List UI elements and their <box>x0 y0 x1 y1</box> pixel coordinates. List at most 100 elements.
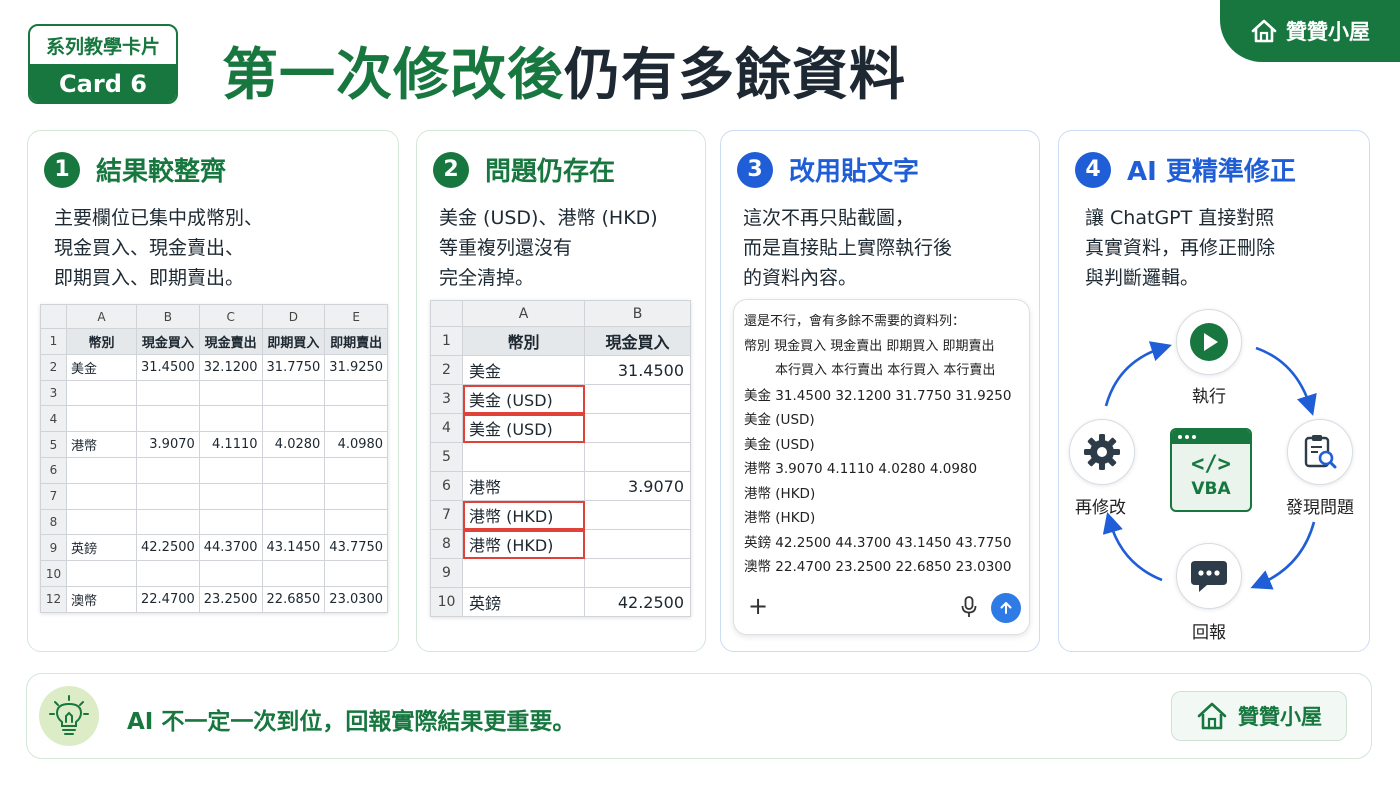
column-title-cell[interactable]: 現金賣出 <box>198 328 263 355</box>
value-cell[interactable] <box>584 529 691 559</box>
value-cell[interactable]: 3.9070 <box>136 431 200 458</box>
value-cell[interactable]: 32.1200 <box>198 353 263 381</box>
value-cell[interactable]: 31.7750 <box>261 353 326 381</box>
currency-cell[interactable] <box>66 456 137 484</box>
value-cell[interactable] <box>136 456 200 484</box>
currency-cell[interactable] <box>462 442 585 472</box>
value-cell[interactable] <box>324 482 389 510</box>
value-cell[interactable]: 23.0300 <box>324 585 389 613</box>
currency-cell[interactable] <box>66 482 137 510</box>
run-node <box>1176 309 1242 375</box>
currency-cell[interactable] <box>66 379 137 407</box>
send-button[interactable] <box>991 593 1021 623</box>
value-cell[interactable] <box>324 379 389 407</box>
column-title-cell[interactable]: 幣別 <box>66 328 137 355</box>
value-cell[interactable]: 22.6850 <box>261 585 326 613</box>
value-cell[interactable] <box>324 508 389 536</box>
page-title-green: 第一次修改後 <box>222 43 564 108</box>
currency-cell[interactable] <box>462 558 585 588</box>
column-title-cell[interactable]: 現金買入 <box>136 328 200 355</box>
value-cell[interactable]: 4.0980 <box>324 431 389 458</box>
value-cell[interactable]: 31.4500 <box>136 353 200 381</box>
chat-input-box[interactable]: 還是不行，會有多餘不需要的資料列： 幣別 現金買入 現金賣出 即期買入 即期賣出… <box>733 299 1030 635</box>
value-cell[interactable]: 4.1110 <box>198 431 263 458</box>
value-cell[interactable]: 31.9250 <box>324 353 389 381</box>
value-cell[interactable]: 42.2500 <box>136 534 200 562</box>
value-cell[interactable] <box>584 384 691 414</box>
row-number: 5 <box>40 431 67 458</box>
series-label: 系列教學卡片 <box>45 35 160 58</box>
column-title-cell[interactable]: 現金買入 <box>584 326 691 356</box>
value-cell[interactable] <box>198 508 263 536</box>
row-number: 10 <box>430 587 463 617</box>
page-title: 第一次修改後仍有多餘資料 <box>222 30 906 111</box>
currency-cell[interactable]: 澳幣 <box>66 585 137 613</box>
card-3-number: 3 <box>737 151 773 188</box>
value-cell[interactable] <box>261 508 326 536</box>
value-cell[interactable] <box>584 558 691 588</box>
column-title-cell[interactable]: 即期賣出 <box>324 328 389 355</box>
value-cell[interactable] <box>198 482 263 510</box>
currency-cell[interactable]: 美金 <box>66 353 137 381</box>
value-cell[interactable]: 43.1450 <box>261 534 326 562</box>
brand-corner: 贊贊小屋 <box>1220 0 1400 62</box>
currency-cell[interactable]: 港幣 <box>66 431 137 458</box>
value-cell[interactable] <box>198 379 263 407</box>
chat-line: 澳幣 22.4700 23.2500 22.6850 23.0300 <box>744 559 1012 575</box>
value-cell[interactable] <box>261 456 326 484</box>
value-cell[interactable] <box>198 405 263 433</box>
currency-cell[interactable] <box>66 560 137 587</box>
value-cell[interactable]: 31.4500 <box>584 355 691 385</box>
desc-line: 的資料內容。 <box>743 267 858 289</box>
desc-line: 現金買入、現金賣出、 <box>54 237 245 259</box>
currency-cell[interactable]: 美金 <box>462 355 585 385</box>
value-cell[interactable] <box>261 379 326 407</box>
currency-cell[interactable] <box>66 405 137 433</box>
footer-brand-button[interactable]: 贊贊小屋 <box>1171 691 1347 741</box>
microphone-icon[interactable] <box>960 596 978 618</box>
sheet-row: 12 澳幣 22.4700 23.2500 22.6850 23.0300 <box>40 585 389 613</box>
value-cell[interactable] <box>261 405 326 433</box>
chat-line: 美金 31.4500 32.1200 31.7750 31.9250 <box>744 387 1012 404</box>
value-cell[interactable] <box>136 482 200 510</box>
value-cell[interactable] <box>324 405 389 433</box>
duplicate-row-cell[interactable]: 美金 (USD) <box>462 413 585 443</box>
value-cell[interactable] <box>198 456 263 484</box>
card-2-description: 美金 (USD)、港幣 (HKD) 等重複列還沒有 完全清掉。 <box>439 203 658 293</box>
value-cell[interactable] <box>136 405 200 433</box>
column-title-cell[interactable]: 幣別 <box>462 326 585 356</box>
brand-name: 贊贊小屋 <box>1286 20 1370 44</box>
value-cell[interactable]: 44.3700 <box>198 534 263 562</box>
value-cell[interactable] <box>136 560 200 587</box>
duplicate-row-cell[interactable]: 港幣 (HKD) <box>462 529 585 559</box>
value-cell[interactable] <box>584 413 691 443</box>
value-cell[interactable] <box>261 482 326 510</box>
value-cell[interactable]: 3.9070 <box>584 471 691 501</box>
add-attachment-button[interactable]: + <box>748 592 768 620</box>
col-header: E <box>324 304 389 329</box>
currency-cell[interactable] <box>66 508 137 536</box>
duplicate-row-cell[interactable]: 美金 (USD) <box>462 384 585 414</box>
currency-cell[interactable]: 英鎊 <box>66 534 137 562</box>
column-title-cell[interactable]: 即期買入 <box>261 328 326 355</box>
value-cell[interactable]: 43.7750 <box>324 534 389 562</box>
desc-line: 美金 (USD)、港幣 (HKD) <box>439 207 658 229</box>
value-cell[interactable]: 4.0280 <box>261 431 326 458</box>
value-cell[interactable] <box>584 500 691 530</box>
duplicate-row-cell[interactable]: 港幣 (HKD) <box>462 500 585 530</box>
chat-line: 還是不行，會有多餘不需要的資料列： <box>744 314 966 329</box>
value-cell[interactable]: 22.4700 <box>136 585 200 613</box>
value-cell[interactable] <box>324 560 389 587</box>
value-cell[interactable] <box>136 508 200 536</box>
currency-cell[interactable]: 港幣 <box>462 471 585 501</box>
value-cell[interactable] <box>324 456 389 484</box>
value-cell[interactable] <box>198 560 263 587</box>
value-cell[interactable] <box>261 560 326 587</box>
row-number: 6 <box>430 471 463 501</box>
currency-cell[interactable]: 英鎊 <box>462 587 585 617</box>
find-problem-label: 發現問題 <box>1286 498 1354 518</box>
value-cell[interactable] <box>584 442 691 472</box>
value-cell[interactable] <box>136 379 200 407</box>
value-cell[interactable]: 23.2500 <box>198 585 263 613</box>
value-cell[interactable]: 42.2500 <box>584 587 691 617</box>
